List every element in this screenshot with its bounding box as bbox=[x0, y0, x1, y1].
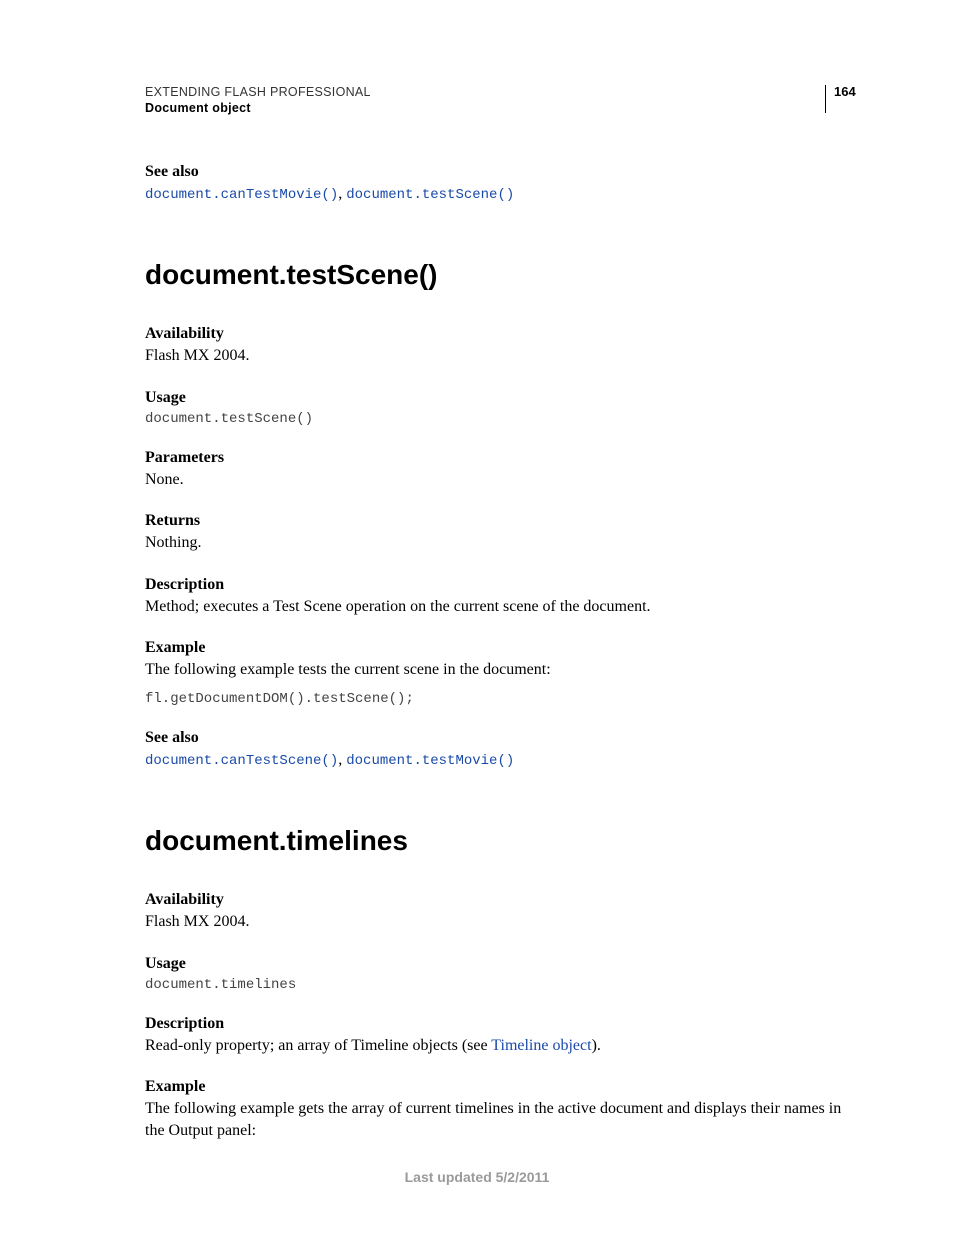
section-title-timelines: document.timelines bbox=[145, 825, 864, 857]
page-number: 164 bbox=[825, 85, 864, 113]
description-text: Method; executes a Test Scene operation … bbox=[145, 596, 864, 618]
usage-label-2: Usage bbox=[145, 955, 864, 973]
top-see-also-block: See also document.canTestMovie(), docume… bbox=[145, 163, 864, 203]
description-label-2: Description bbox=[145, 1015, 864, 1033]
doc-subtitle: Document object bbox=[145, 101, 825, 115]
see-also-label-2: See also bbox=[145, 729, 864, 747]
section-title-testScene: document.testScene() bbox=[145, 259, 864, 291]
desc-post: ). bbox=[592, 1037, 601, 1054]
description-text-2: Read-only property; an array of Timeline… bbox=[145, 1035, 864, 1057]
usage-label: Usage bbox=[145, 389, 864, 407]
availability-label: Availability bbox=[145, 325, 864, 343]
see-also-links-2: document.canTestScene(), document.testMo… bbox=[145, 751, 864, 769]
link-canTestScene[interactable]: document.canTestScene() bbox=[145, 753, 338, 769]
page-header: EXTENDING FLASH PROFESSIONAL Document ob… bbox=[145, 85, 864, 115]
page-footer: Last updated 5/2/2011 bbox=[0, 1169, 954, 1185]
header-left: EXTENDING FLASH PROFESSIONAL Document ob… bbox=[145, 85, 825, 115]
usage-code: document.testScene() bbox=[145, 411, 864, 427]
availability-text-2: Flash MX 2004. bbox=[145, 911, 864, 933]
availability-label-2: Availability bbox=[145, 891, 864, 909]
link-testMovie[interactable]: document.testMovie() bbox=[346, 753, 514, 769]
link-timeline-object[interactable]: Timeline object bbox=[491, 1037, 591, 1054]
example-label: Example bbox=[145, 639, 864, 657]
page: EXTENDING FLASH PROFESSIONAL Document ob… bbox=[0, 0, 954, 1235]
availability-text: Flash MX 2004. bbox=[145, 345, 864, 367]
example-text: The following example tests the current … bbox=[145, 659, 864, 681]
link-canTestMovie[interactable]: document.canTestMovie() bbox=[145, 187, 338, 203]
link-testScene[interactable]: document.testScene() bbox=[346, 187, 514, 203]
usage-code-2: document.timelines bbox=[145, 977, 864, 993]
example-code: fl.getDocumentDOM().testScene(); bbox=[145, 691, 864, 707]
doc-title: EXTENDING FLASH PROFESSIONAL bbox=[145, 85, 825, 99]
parameters-label: Parameters bbox=[145, 449, 864, 467]
returns-label: Returns bbox=[145, 512, 864, 530]
example-text-2: The following example gets the array of … bbox=[145, 1098, 864, 1141]
see-also-links: document.canTestMovie(), document.testSc… bbox=[145, 185, 864, 203]
see-also-label: See also bbox=[145, 163, 864, 181]
parameters-text: None. bbox=[145, 469, 864, 491]
returns-text: Nothing. bbox=[145, 532, 864, 554]
example-label-2: Example bbox=[145, 1078, 864, 1096]
description-label: Description bbox=[145, 576, 864, 594]
desc-pre: Read-only property; an array of Timeline… bbox=[145, 1037, 491, 1054]
